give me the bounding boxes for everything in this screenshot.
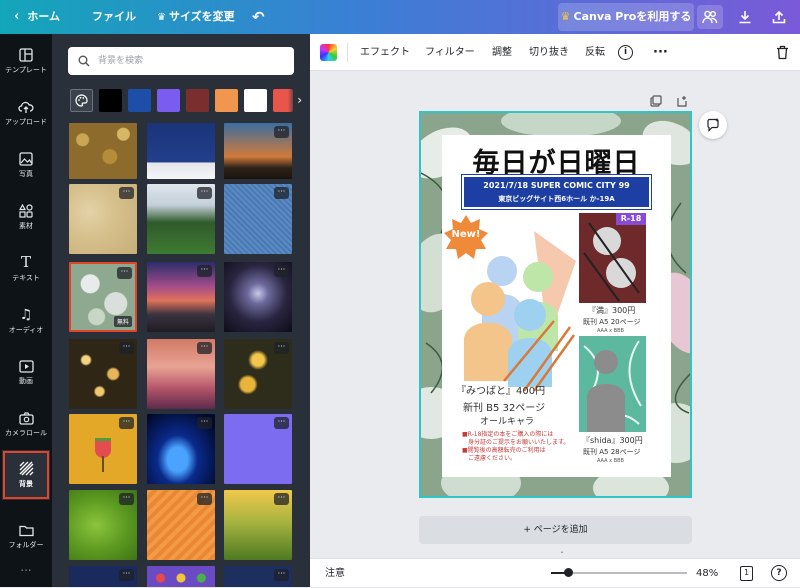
more-options-button[interactable]: ··· — [653, 34, 668, 71]
background-tile[interactable] — [147, 566, 215, 587]
chevron-right-icon[interactable]: › — [288, 89, 302, 112]
left-sidebar: テンプレート アップロード 写真 素材 T テキスト ♫ オーディオ 動画 カメ… — [0, 34, 52, 587]
zoom-level[interactable]: 48% — [696, 559, 718, 588]
background-tile[interactable]: ··· — [69, 184, 137, 254]
background-tile[interactable]: ··· — [224, 123, 292, 179]
upload-icon[interactable] — [766, 5, 792, 29]
background-tile[interactable]: ··· — [224, 566, 292, 587]
more-apps-icon[interactable]: ... — [0, 560, 52, 574]
sidebar-item-text[interactable]: T テキスト — [0, 244, 52, 294]
crown-icon: ♛ — [157, 12, 166, 23]
design-page[interactable]: 毎日が日曜日 2021/7/18 SUPER COMIC CITY 99 東京ビ… — [419, 111, 692, 498]
notes-button[interactable]: 注意 — [325, 559, 345, 588]
background-tile[interactable] — [147, 123, 215, 179]
sidebar-item-video[interactable]: 動画 — [0, 348, 52, 398]
undo-icon[interactable]: ↶ — [252, 0, 265, 34]
background-tile[interactable]: ··· — [224, 262, 292, 332]
background-tile[interactable]: ··· — [147, 490, 215, 560]
color-swatch-orange[interactable] — [215, 89, 238, 112]
search-icon — [78, 55, 90, 67]
crop-button[interactable]: 切り抜き — [529, 34, 569, 71]
zoom-slider-handle[interactable] — [564, 568, 573, 577]
sidebar-item-photos[interactable]: 写真 — [0, 140, 52, 190]
background-tile[interactable]: ··· — [147, 339, 215, 409]
music-icon: ♫ — [19, 306, 33, 323]
color-picker-icon[interactable] — [320, 44, 337, 61]
book3-cover — [579, 336, 646, 432]
character-silhouettes — [464, 231, 576, 391]
editor-toolbar: エフェクト フィルター 調整 切り抜き 反転 i ··· — [310, 34, 800, 71]
notes-text: ■R-18指定の本をご購入の際には 身分証のご提示をお願いいたします。 ■閲覧後… — [462, 431, 570, 462]
text-icon: T — [20, 253, 31, 271]
background-panel: 背景を検索 › ··· ··· ··· ··· ··· 無料 ··· ··· ··… — [52, 34, 310, 587]
background-tile[interactable]: ··· — [224, 339, 292, 409]
canva-pro-button[interactable]: ♛ Canva Proを利用する — [558, 3, 694, 31]
comment-icon — [707, 118, 719, 132]
help-button[interactable]: ? — [771, 565, 787, 581]
color-swatch-white[interactable] — [244, 89, 267, 112]
chevron-up-icon[interactable]: ˆ — [555, 551, 569, 560]
download-icon[interactable] — [732, 5, 758, 29]
background-tile[interactable]: ··· — [69, 414, 137, 484]
sidebar-item-templates[interactable]: テンプレート — [0, 36, 52, 86]
color-swatch-black[interactable] — [99, 89, 122, 112]
page-count-button[interactable]: 1 — [740, 566, 753, 581]
trash-icon[interactable] — [776, 45, 789, 64]
background-tile[interactable]: ··· — [147, 262, 215, 332]
sidebar-item-folder[interactable]: フォルダー — [0, 512, 52, 562]
resize-button[interactable]: ♛ サイズを変更 — [157, 0, 235, 34]
color-swatch-blue[interactable] — [128, 89, 151, 112]
comment-button[interactable] — [699, 111, 727, 139]
crown-icon: ♛ — [560, 10, 571, 23]
search-input[interactable]: 背景を検索 — [68, 47, 294, 75]
color-swatch-purple[interactable] — [157, 89, 180, 112]
background-tile[interactable]: ··· — [224, 184, 292, 254]
upload-cloud-icon — [18, 101, 34, 113]
book2-cover: R-18 — [579, 213, 646, 303]
background-tile[interactable]: ··· — [69, 566, 137, 587]
flip-button[interactable]: 反転 — [585, 34, 605, 71]
sidebar-item-background[interactable]: 背景 — [2, 450, 50, 500]
add-page-button[interactable]: + ページを追加 — [419, 516, 692, 544]
color-swatch-maroon[interactable] — [186, 89, 209, 112]
video-icon — [18, 360, 34, 373]
info-icon[interactable]: i — [618, 45, 633, 60]
template-icon — [19, 47, 33, 62]
sidebar-item-elements[interactable]: 素材 — [0, 192, 52, 242]
people-icon[interactable] — [697, 5, 723, 29]
add-page-icon[interactable] — [676, 92, 688, 111]
background-tile[interactable]: ··· — [69, 490, 137, 560]
background-tile[interactable]: ··· — [69, 339, 137, 409]
home-button[interactable]: ‹ ホーム — [14, 0, 60, 34]
palette-icon — [75, 94, 88, 107]
photo-icon — [19, 151, 33, 166]
status-bar: ˆ 注意 48% 1 ? — [310, 551, 800, 588]
background-tile[interactable]: ··· — [224, 490, 292, 560]
event-banner: 2021/7/18 SUPER COMIC CITY 99 東京ビッグサイト西6… — [461, 174, 652, 210]
top-bar: ‹ ホーム ファイル ♛ サイズを変更 ↶ ♛ Canva Proを利用する — [0, 0, 800, 34]
background-tile[interactable]: ··· — [147, 414, 215, 484]
sidebar-item-audio[interactable]: ♫ オーディオ — [0, 296, 52, 346]
folder-icon — [18, 525, 34, 537]
effects-button[interactable]: エフェクト — [360, 34, 410, 71]
file-menu[interactable]: ファイル — [92, 0, 136, 34]
background-icon — [19, 461, 33, 476]
chevron-left-icon: ‹ — [14, 9, 20, 24]
color-picker-button[interactable] — [70, 89, 93, 112]
background-tile[interactable]: ··· — [147, 184, 215, 254]
zoom-slider[interactable] — [551, 568, 687, 577]
duplicate-page-icon[interactable] — [650, 92, 662, 111]
adjust-button[interactable]: 調整 — [492, 34, 512, 71]
background-tile[interactable]: ··· — [224, 414, 292, 484]
sidebar-item-camera-roll[interactable]: カメラロール — [0, 400, 52, 450]
filters-button[interactable]: フィルター — [425, 34, 475, 71]
flyer-card: 毎日が日曜日 2021/7/18 SUPER COMIC CITY 99 東京ビ… — [442, 135, 671, 477]
sidebar-item-upload[interactable]: アップロード — [0, 88, 52, 138]
background-tile-selected[interactable]: ··· 無料 — [69, 262, 137, 332]
background-tile[interactable] — [69, 123, 137, 179]
divider — [347, 43, 348, 62]
camera-icon — [18, 412, 34, 425]
elements-icon — [19, 203, 33, 218]
